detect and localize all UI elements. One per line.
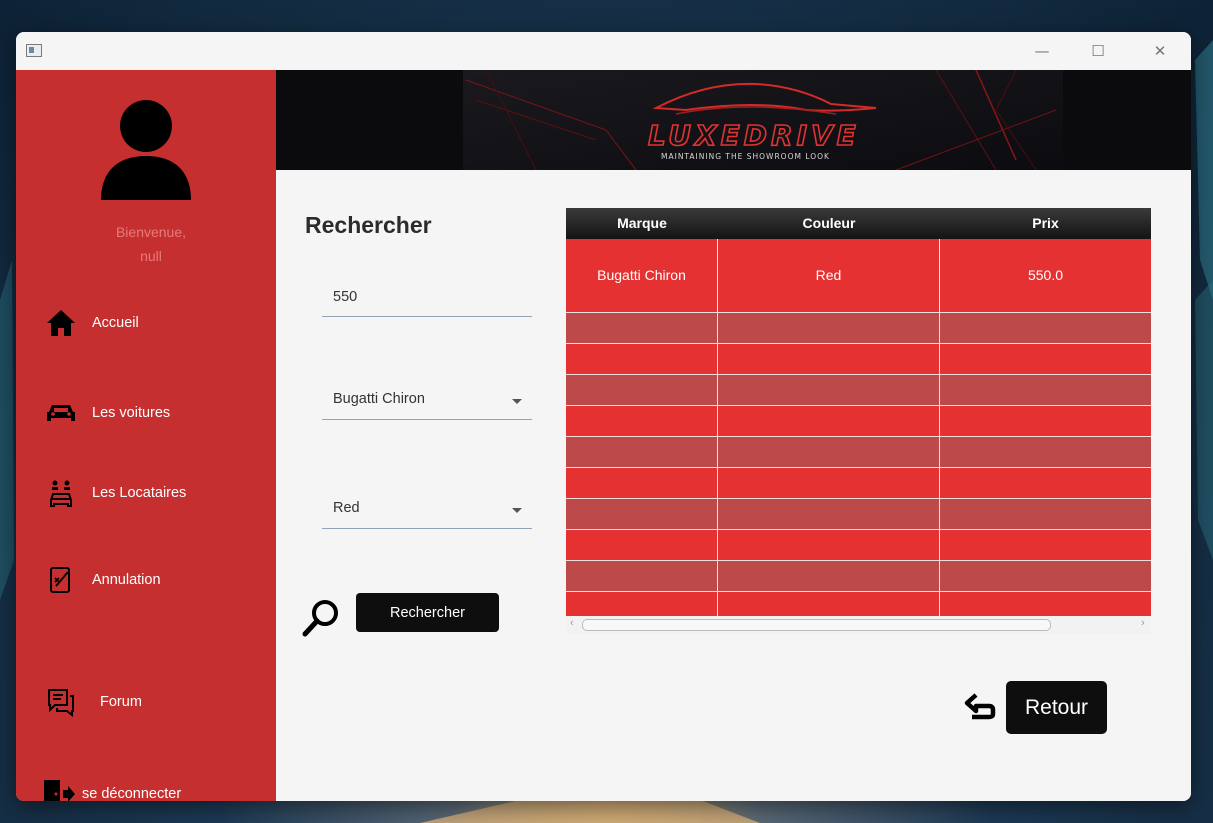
table-header: Marque Couleur Prix [566,208,1151,239]
logout-icon [42,777,76,801]
sidebar-item-accueil[interactable]: Accueil [44,305,139,341]
chat-icon [44,685,78,719]
price-field[interactable] [322,280,532,317]
user-avatar-icon [101,100,191,200]
brand-select-value: Bugatti Chiron [333,391,425,407]
welcome-line: Bienvenue, [115,224,187,240]
brand-wordmark: LUXEDRIVE [648,119,860,152]
username-label: null [140,248,162,264]
welcome-text: Bienvenue, null [86,220,216,268]
brand-select[interactable]: Bugatti Chiron [322,383,532,420]
maximize-button[interactable]: ☐ [1084,40,1112,62]
minimize-button[interactable]: — [1028,40,1056,62]
tenants-icon [44,476,78,510]
chevron-down-icon [512,508,522,513]
search-title: Rechercher [305,212,432,238]
column-header-prix[interactable]: Prix [940,208,1151,239]
horizontal-scrollbar[interactable]: ‹ › [566,616,1151,634]
app-window: — ☐ ✕ Bienvenue, null Accueil Les voitur… [16,32,1191,801]
sidebar-item-label: Forum [100,694,142,710]
return-button[interactable]: Retour [1006,681,1107,734]
cancellation-icon [44,563,78,597]
price-input[interactable] [322,282,523,312]
return-arrow-icon [964,693,996,720]
sidebar-item-voitures[interactable]: Les voitures [44,395,170,431]
scrollbar-thumb[interactable] [582,619,1051,631]
brand-tagline: MAINTAINING THE SHOWROOM LOOK [661,152,830,161]
sidebar-item-label: Annulation [92,572,161,588]
luxedrive-logo: LUXEDRIVE MAINTAINING THE SHOWROOM LOOK [463,70,1063,170]
sidebar-item-label: se déconnecter [82,786,182,801]
table-body: Bugatti Chiron Red 550.0 [566,239,1151,616]
sidebar-item-label: Les Locataires [92,485,187,501]
main-content: Rechercher Bugatti Chiron Red Rechercher… [276,170,1191,801]
close-button[interactable]: ✕ [1146,40,1174,62]
scroll-left-icon[interactable]: ‹ [570,617,574,629]
sidebar-item-logout[interactable]: se déconnecter [42,776,181,801]
color-select[interactable]: Red [322,492,532,529]
search-icon[interactable] [300,598,342,640]
results-table: Marque Couleur Prix Bugatti Chiron Red 5… [566,208,1151,660]
column-header-couleur[interactable]: Couleur [718,208,940,239]
sidebar-item-label: Accueil [92,315,139,331]
color-select-value: Red [333,500,360,516]
column-header-marque[interactable]: Marque [566,208,718,239]
app-icon [26,44,42,57]
car-icon [44,396,78,430]
home-icon [44,306,78,340]
sidebar: Bienvenue, null Accueil Les voitures Les… [16,70,276,801]
luxedrive-banner: LUXEDRIVE MAINTAINING THE SHOWROOM LOOK [276,70,1191,170]
search-button[interactable]: Rechercher [356,593,499,632]
title-bar: — ☐ ✕ [16,32,1191,70]
row-dividers [566,312,1151,616]
sidebar-item-annulation[interactable]: Annulation [44,562,161,598]
sidebar-item-forum[interactable]: Forum [44,684,142,720]
scroll-right-icon[interactable]: › [1141,617,1145,629]
sidebar-item-locataires[interactable]: Les Locataires [44,475,186,511]
chevron-down-icon [512,399,522,404]
sidebar-item-label: Les voitures [92,405,171,421]
